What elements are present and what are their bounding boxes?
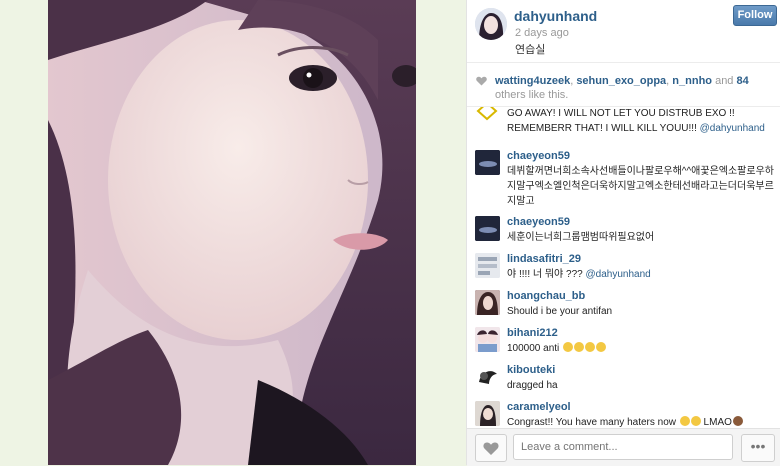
commenter-username[interactable]: caramelyeol — [507, 401, 571, 413]
commenter-username[interactable]: chaeyeon59 — [507, 150, 570, 162]
likes-and: and — [712, 75, 737, 87]
liker-link[interactable]: sehun_exo_oppa — [576, 75, 666, 87]
comments-list[interactable]: GO AWAY! I WILL NOT LET YOU DISTRUB EXO … — [467, 107, 780, 429]
commenter-avatar[interactable] — [475, 216, 500, 241]
likes-others: others like this. — [495, 89, 569, 101]
comment-text: 세훈이는너희그룹맴범따위필요없어 — [507, 232, 655, 243]
poop-emoji-icon — [732, 416, 743, 426]
mention-link[interactable]: @dahyunhand — [700, 123, 765, 134]
comment-body: 100000 anti — [507, 343, 563, 354]
follow-button[interactable]: Follow — [733, 5, 777, 26]
post-caption: 연습실 — [515, 44, 546, 56]
likes-count[interactable]: 84 — [736, 75, 748, 87]
commenter-avatar[interactable] — [475, 327, 500, 352]
emoji-icon — [596, 342, 607, 352]
comment-input[interactable] — [513, 434, 733, 460]
emoji-icon — [679, 416, 690, 426]
comment-text: dragged ha — [507, 380, 558, 391]
comment-body: Congrast!! You have many haters now — [507, 417, 679, 428]
mention-link[interactable]: @dahyunhand — [586, 269, 651, 280]
emoji-icon — [574, 342, 585, 352]
comment-text: Congrast!! You have many haters now LMAO — [507, 415, 777, 429]
heart-icon — [476, 76, 487, 86]
commenter-avatar[interactable] — [475, 253, 500, 278]
post-photo[interactable] — [48, 0, 416, 465]
commenter-username[interactable]: chaeyeon59 — [507, 216, 570, 228]
emoji-icon — [585, 342, 596, 352]
commenter-username[interactable]: bihani212 — [507, 327, 558, 339]
commenter-avatar[interactable] — [475, 290, 500, 315]
comment-text: 100000 anti — [507, 341, 777, 356]
post-timestamp: 2 days ago — [515, 27, 569, 39]
liker-link[interactable]: watting4uzeek — [495, 75, 570, 87]
owner-avatar[interactable] — [475, 8, 507, 40]
commenter-username[interactable]: hoangchau_bb — [507, 290, 585, 302]
liker-link[interactable]: n_nnho — [672, 75, 712, 87]
like-button[interactable] — [475, 434, 507, 462]
comment-text: 야 !!!! 너 뭐야 ??? @dahyunhand — [507, 267, 777, 282]
selfie-image — [48, 0, 416, 465]
comment-text: Should i be your antifan — [507, 306, 613, 317]
commenter-avatar[interactable] — [475, 150, 500, 175]
emoji-icon — [563, 342, 574, 352]
owner-username[interactable]: dahyunhand — [514, 8, 597, 24]
more-options-button[interactable]: ••• — [741, 434, 775, 462]
commenter-avatar[interactable] — [475, 401, 500, 426]
emoji-icon — [690, 416, 701, 426]
comment-text: 데뷔할꺼면너희소속사선배들이나팔로우해^^애꿏은엑소팔로우하지말구엑소엘인척은더… — [507, 166, 774, 207]
comment-footer: ••• — [467, 428, 780, 466]
comment-body: LMAO — [700, 417, 732, 428]
comment-panel: dahyunhand 2 days ago 연습실 Follow watting… — [466, 0, 780, 466]
commenter-avatar[interactable] — [475, 364, 500, 389]
commenter-avatar[interactable] — [475, 107, 500, 126]
comment-text: GO AWAY! I WILL NOT LET YOU DISTRUB EXO … — [507, 107, 777, 136]
heart-icon — [483, 442, 499, 455]
likes-text: watting4uzeek, sehun_exo_oppa, n_nnho an… — [495, 74, 771, 102]
comment-body: 야 !!!! 너 뭐야 ??? — [507, 269, 586, 280]
likes-section: watting4uzeek, sehun_exo_oppa, n_nnho an… — [467, 62, 780, 107]
commenter-username[interactable]: lindasafitri_29 — [507, 253, 581, 265]
post-header: dahyunhand 2 days ago 연습실 Follow — [467, 0, 780, 63]
commenter-username[interactable]: kibouteki — [507, 364, 555, 376]
